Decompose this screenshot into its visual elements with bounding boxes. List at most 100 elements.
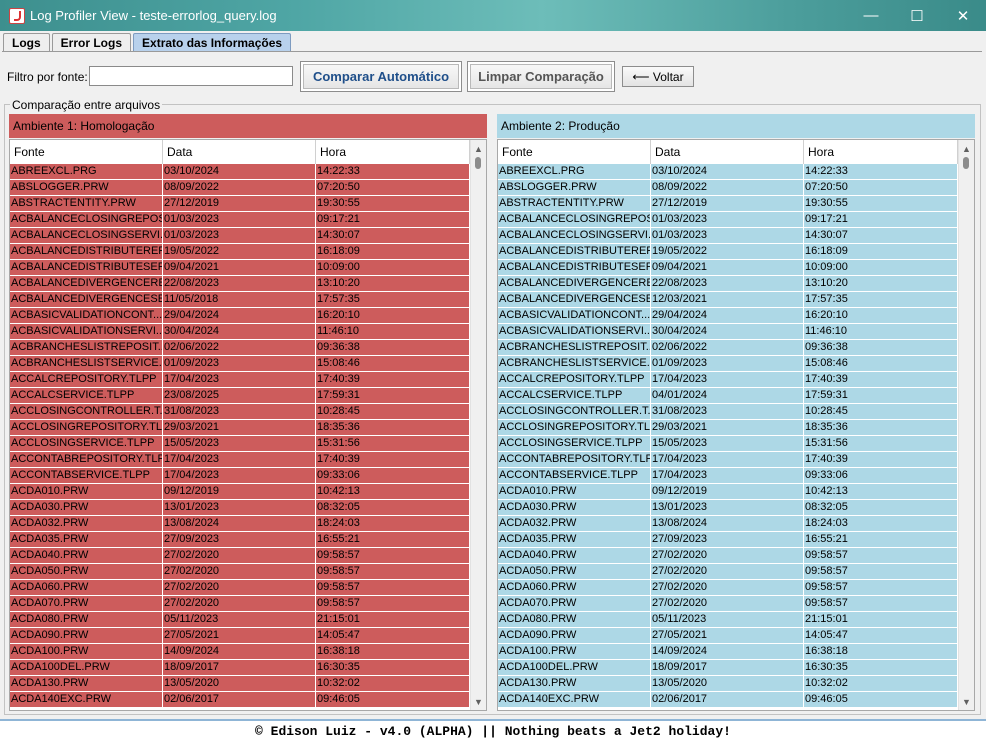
table-row[interactable]: ACBALANCEDISTRIBUTESER... 09/04/2021 10:09… bbox=[10, 260, 470, 276]
table-row[interactable]: ACDA032.PRW 13/08/2024 18:24:03 bbox=[10, 516, 470, 532]
cell-hora: 16:18:09 bbox=[804, 244, 958, 259]
table-row[interactable]: ACBALANCEDISTRIBUTEREP... 19/05/2022 16:18… bbox=[498, 244, 958, 260]
table-row[interactable]: ACBALANCECLOSINGREPOS... 01/03/2023 09:17:… bbox=[10, 212, 470, 228]
col-header-fonte[interactable]: Fonte bbox=[498, 140, 651, 164]
table-row[interactable]: ABREEXCL.PRG 03/10/2024 14:22:33 bbox=[10, 164, 470, 180]
table-row[interactable]: ACBRANCHESLISTREPOSIT... 02/06/2022 09:36:… bbox=[10, 340, 470, 356]
table-row[interactable]: ACBASICVALIDATIONCONT... 29/04/2024 16:20:… bbox=[10, 308, 470, 324]
table-row[interactable]: ACDA100.PRW 14/09/2024 16:38:18 bbox=[10, 644, 470, 660]
col-header-data[interactable]: Data bbox=[163, 140, 316, 164]
table-row[interactable]: ACBASICVALIDATIONSERVI... 30/04/2024 11:46… bbox=[10, 324, 470, 340]
table-row[interactable]: ACDA030.PRW 13/01/2023 08:32:05 bbox=[498, 500, 958, 516]
filter-source-input[interactable] bbox=[89, 66, 293, 86]
table-row[interactable]: ACCONTABSERVICE.TLPP 17/04/2023 09:33:06 bbox=[498, 468, 958, 484]
col-header-hora[interactable]: Hora bbox=[316, 140, 470, 164]
table-row[interactable]: ACCLOSINGREPOSITORY.TLPP 29/03/2021 18:35:… bbox=[10, 420, 470, 436]
table-row[interactable]: ACDA130.PRW 13/05/2020 10:32:02 bbox=[498, 676, 958, 692]
table-row[interactable]: ACDA010.PRW 09/12/2019 10:42:13 bbox=[498, 484, 958, 500]
table-row[interactable]: ACDA035.PRW 27/09/2023 16:55:21 bbox=[10, 532, 470, 548]
table-row[interactable]: ACCLOSINGSERVICE.TLPP 15/05/2023 15:31:56 bbox=[10, 436, 470, 452]
table-row[interactable]: ACDA040.PRW 27/02/2020 09:58:57 bbox=[498, 548, 958, 564]
table-row[interactable]: ACDA050.PRW 27/02/2020 09:58:57 bbox=[10, 564, 470, 580]
table-row[interactable]: ACCONTABSERVICE.TLPP 17/04/2023 09:33:06 bbox=[10, 468, 470, 484]
table-row[interactable]: ACBALANCECLOSINGSERVI... 01/03/2023 14:30:… bbox=[498, 228, 958, 244]
tab-extrato-informacoes[interactable]: Extrato das Informações bbox=[133, 33, 292, 52]
minimize-button[interactable]: — bbox=[848, 0, 894, 31]
maximize-button[interactable]: ☐ bbox=[894, 0, 940, 31]
table-row[interactable]: ACDA080.PRW 05/11/2023 21:15:01 bbox=[498, 612, 958, 628]
table-row[interactable]: ACDA140EXC.PRW 02/06/2017 09:46:05 bbox=[498, 692, 958, 708]
table-row[interactable]: ACBALANCEDIVERGENCERE... 22/08/2023 13:10:… bbox=[10, 276, 470, 292]
table-row[interactable]: ACDA080.PRW 05/11/2023 21:15:01 bbox=[10, 612, 470, 628]
table-row[interactable]: ACDA010.PRW 09/12/2019 10:42:13 bbox=[10, 484, 470, 500]
table-row[interactable]: ACDA050.PRW 27/02/2020 09:58:57 bbox=[498, 564, 958, 580]
table-row[interactable]: ACBRANCHESLISTREPOSIT... 02/06/2022 09:36:… bbox=[498, 340, 958, 356]
table-row[interactable]: ACDA030.PRW 13/01/2023 08:32:05 bbox=[10, 500, 470, 516]
table-row[interactable]: ABREEXCL.PRG 03/10/2024 14:22:33 bbox=[498, 164, 958, 180]
table-row[interactable]: ACCALCREPOSITORY.TLPP 17/04/2023 17:40:39 bbox=[498, 372, 958, 388]
table-row[interactable]: ACCONTABREPOSITORY.TLPP 17/04/2023 17:40:3… bbox=[498, 452, 958, 468]
table-row[interactable]: ACCALCREPOSITORY.TLPP 17/04/2023 17:40:39 bbox=[10, 372, 470, 388]
table-row[interactable]: ACDA060.PRW 27/02/2020 09:58:57 bbox=[498, 580, 958, 596]
cell-hora: 10:28:45 bbox=[804, 404, 958, 419]
table-row[interactable]: ACBASICVALIDATIONSERVI... 30/04/2024 11:46… bbox=[498, 324, 958, 340]
table-row[interactable]: ACDA040.PRW 27/02/2020 09:58:57 bbox=[10, 548, 470, 564]
cell-hora: 15:08:46 bbox=[316, 356, 470, 371]
col-header-hora[interactable]: Hora bbox=[804, 140, 958, 164]
table-row[interactable]: ABSLOGGER.PRW 08/09/2022 07:20:50 bbox=[498, 180, 958, 196]
cell-hora: 09:58:57 bbox=[804, 596, 958, 611]
left-scrollbar[interactable]: ▲ ▼ bbox=[470, 140, 486, 710]
table-row[interactable]: ACDA140EXC.PRW 02/06/2017 09:46:05 bbox=[10, 692, 470, 708]
back-button[interactable]: ⟵ Voltar bbox=[622, 66, 694, 87]
table-row[interactable]: ACDA070.PRW 27/02/2020 09:58:57 bbox=[498, 596, 958, 612]
table-row[interactable]: ACBALANCEDISTRIBUTESER... 09/04/2021 10:09… bbox=[498, 260, 958, 276]
table-row[interactable]: ACDA130.PRW 13/05/2020 10:32:02 bbox=[10, 676, 470, 692]
table-row[interactable]: ACBRANCHESLISTSERVICE.... 01/09/2023 15:08… bbox=[10, 356, 470, 372]
comparison-legend: Comparação entre arquivos bbox=[10, 98, 163, 112]
cell-data: 17/04/2023 bbox=[651, 372, 804, 387]
clear-compare-button[interactable]: Limpar Comparação bbox=[467, 61, 615, 92]
table-row[interactable]: ACDA090.PRW 27/05/2021 14:05:47 bbox=[10, 628, 470, 644]
table-row[interactable]: ACDA100DEL.PRW 18/09/2017 16:30:35 bbox=[10, 660, 470, 676]
table-row[interactable]: ACDA100DEL.PRW 18/09/2017 16:30:35 bbox=[498, 660, 958, 676]
close-button[interactable]: ✕ bbox=[940, 0, 986, 31]
table-row[interactable]: ACBALANCECLOSINGSERVI... 01/03/2023 14:30:… bbox=[10, 228, 470, 244]
tab-error-logs[interactable]: Error Logs bbox=[51, 33, 132, 52]
scroll-down-arrow-icon[interactable]: ▼ bbox=[474, 697, 483, 707]
table-row[interactable]: ACDA035.PRW 27/09/2023 16:55:21 bbox=[498, 532, 958, 548]
table-row[interactable]: ACBRANCHESLISTSERVICE.... 01/09/2023 15:08… bbox=[498, 356, 958, 372]
table-row[interactable]: ACCONTABREPOSITORY.TLPP 17/04/2023 17:40:3… bbox=[10, 452, 470, 468]
compare-auto-button[interactable]: Comparar Automático bbox=[300, 61, 462, 92]
table-row[interactable]: ACBALANCEDISTRIBUTEREP... 19/05/2022 16:18… bbox=[10, 244, 470, 260]
table-row[interactable]: ACBALANCEDIVERGENCESE... 11/05/2018 17:57:… bbox=[10, 292, 470, 308]
table-row[interactable]: ACCLOSINGCONTROLLER.T... 31/08/2023 10:28:… bbox=[498, 404, 958, 420]
table-row[interactable]: ACCLOSINGCONTROLLER.T... 31/08/2023 10:28:… bbox=[10, 404, 470, 420]
table-row[interactable]: ACCLOSINGSERVICE.TLPP 15/05/2023 15:31:56 bbox=[498, 436, 958, 452]
table-row[interactable]: ACBALANCECLOSINGREPOS... 01/03/2023 09:17:… bbox=[498, 212, 958, 228]
scroll-thumb[interactable] bbox=[475, 157, 481, 169]
table-row[interactable]: ACCALCSERVICE.TLPP 23/08/2025 17:59:31 bbox=[10, 388, 470, 404]
table-row[interactable]: ACDA100.PRW 14/09/2024 16:38:18 bbox=[498, 644, 958, 660]
scroll-up-arrow-icon[interactable]: ▲ bbox=[962, 144, 971, 154]
table-row[interactable]: ACDA070.PRW 27/02/2020 09:58:57 bbox=[10, 596, 470, 612]
col-header-data[interactable]: Data bbox=[651, 140, 804, 164]
scroll-thumb[interactable] bbox=[963, 157, 969, 169]
table-row[interactable]: ACBALANCEDIVERGENCESE... 12/03/2021 17:57:… bbox=[498, 292, 958, 308]
table-row[interactable]: ACBALANCEDIVERGENCERE... 22/08/2023 13:10:… bbox=[498, 276, 958, 292]
table-row[interactable]: ABSLOGGER.PRW 08/09/2022 07:20:50 bbox=[10, 180, 470, 196]
cell-data: 22/08/2023 bbox=[651, 276, 804, 291]
tab-logs[interactable]: Logs bbox=[3, 33, 50, 52]
table-row[interactable]: ACCALCSERVICE.TLPP 04/01/2024 17:59:31 bbox=[498, 388, 958, 404]
scroll-up-arrow-icon[interactable]: ▲ bbox=[474, 144, 483, 154]
scroll-down-arrow-icon[interactable]: ▼ bbox=[962, 697, 971, 707]
table-row[interactable]: ACBASICVALIDATIONCONT... 29/04/2024 16:20:… bbox=[498, 308, 958, 324]
cell-fonte: ACDA080.PRW bbox=[10, 612, 163, 627]
table-row[interactable]: ACDA032.PRW 13/08/2024 18:24:03 bbox=[498, 516, 958, 532]
table-row[interactable]: ACDA060.PRW 27/02/2020 09:58:57 bbox=[10, 580, 470, 596]
table-row[interactable]: ABSTRACTENTITY.PRW 27/12/2019 19:30:55 bbox=[498, 196, 958, 212]
table-row[interactable]: ACCLOSINGREPOSITORY.TLPP 29/03/2021 18:35:… bbox=[498, 420, 958, 436]
col-header-fonte[interactable]: Fonte bbox=[10, 140, 163, 164]
table-row[interactable]: ACDA090.PRW 27/05/2021 14:05:47 bbox=[498, 628, 958, 644]
table-row[interactable]: ABSTRACTENTITY.PRW 27/12/2019 19:30:55 bbox=[10, 196, 470, 212]
right-scrollbar[interactable]: ▲ ▼ bbox=[958, 140, 974, 710]
